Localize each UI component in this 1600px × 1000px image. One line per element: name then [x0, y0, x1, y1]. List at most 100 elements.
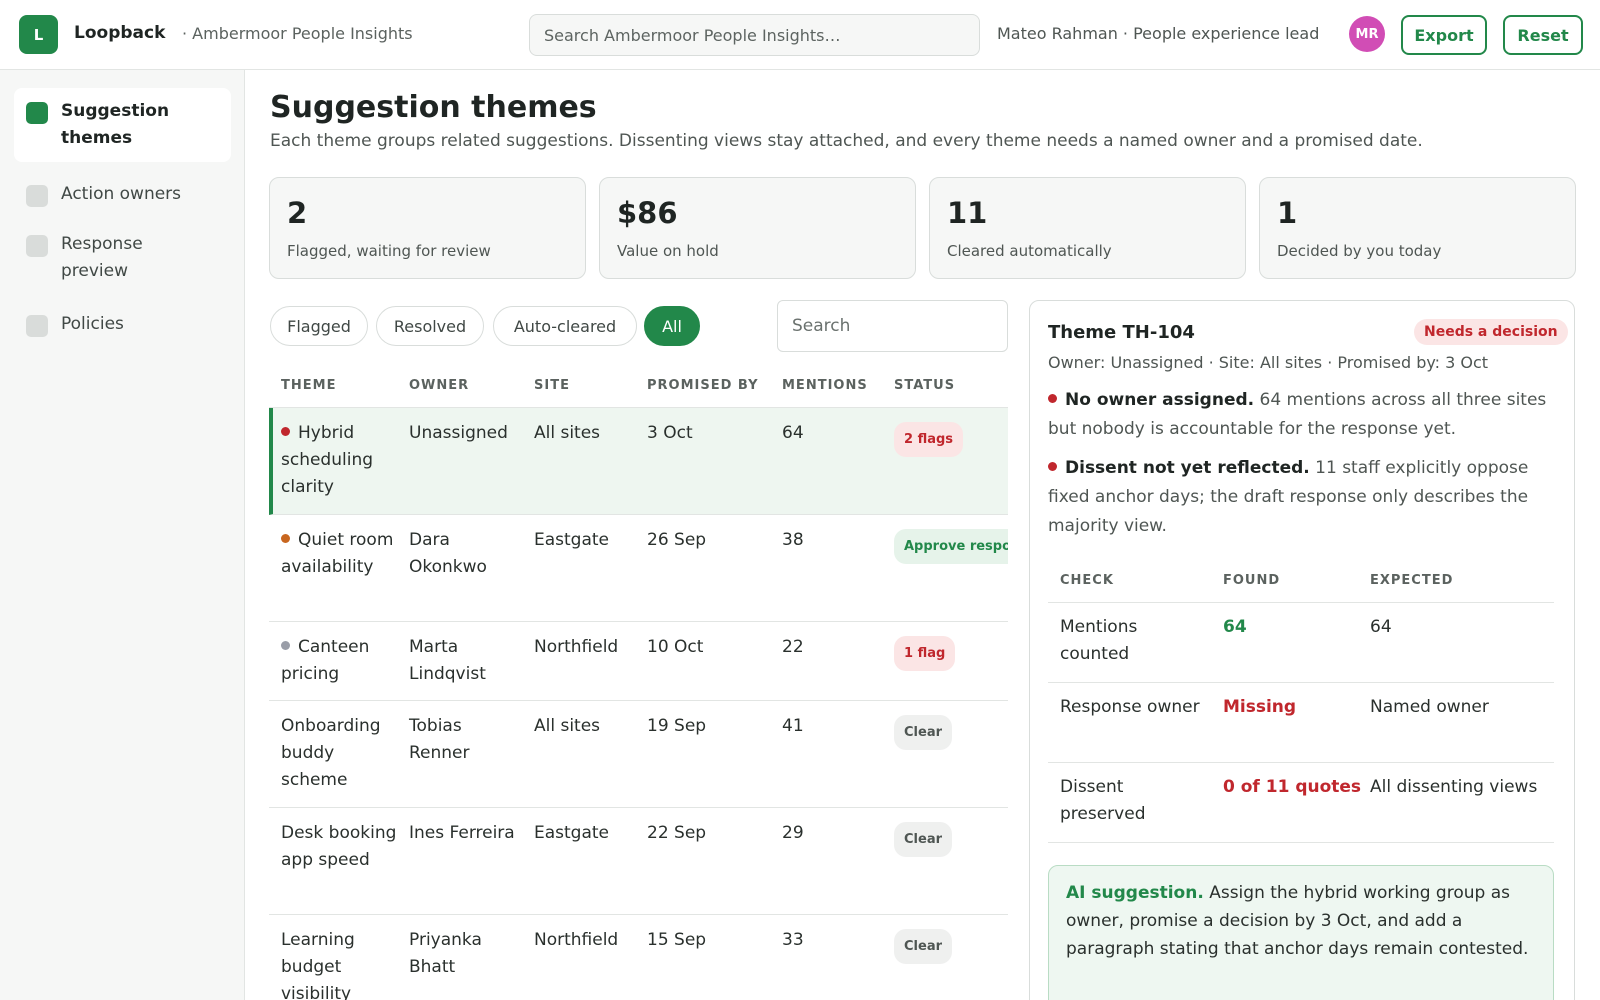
export-button[interactable]: Export: [1401, 15, 1487, 55]
check-row: Dissent preserved 0 of 11 quotes All dis…: [1048, 763, 1554, 843]
column-header-site[interactable]: SITE: [534, 378, 570, 393]
status-badge[interactable]: Clear: [894, 715, 952, 750]
table-row[interactable]: Hybrid scheduling clarity Unassigned All…: [269, 408, 1008, 515]
check-expected: 64: [1370, 617, 1392, 637]
theme-cell: Desk booking app speed: [281, 823, 397, 870]
reset-button[interactable]: Reset: [1503, 15, 1583, 55]
issue-dissent: Dissent not yet reflected. 11 staff expl…: [1048, 454, 1554, 541]
app-logo[interactable]: L: [19, 15, 58, 54]
site-cell: Eastgate: [534, 530, 610, 550]
sidebar-item-action-owners[interactable]: Action owners: [14, 171, 231, 218]
table-row[interactable]: Quiet room availability Dara Okonkwo Eas…: [269, 515, 1008, 622]
status-badge[interactable]: 1 flag: [894, 636, 956, 671]
stat-card-flagged: 2 Flagged, waiting for review: [269, 177, 586, 279]
org-name: · Ambermoor People Insights: [182, 24, 413, 43]
sidebar-item-label: Response preview: [61, 234, 143, 281]
ai-suggestion-head: AI suggestion.: [1066, 883, 1204, 903]
app-name: Loopback: [74, 23, 166, 43]
filter-chip-resolved[interactable]: Resolved: [376, 306, 484, 346]
themes-table: THEME OWNER SITE PROMISED BY MENTIONS ST…: [269, 366, 1008, 1000]
stat-value: 2: [287, 196, 308, 230]
status-cell: 2 flags: [894, 422, 964, 457]
sidebar-item-suggestion-themes[interactable]: Suggestion themes: [14, 88, 231, 162]
stat-card-cleared: 11 Cleared automatically: [929, 177, 1246, 279]
page-title: Suggestion themes: [270, 90, 597, 125]
status-badge[interactable]: Clear: [894, 822, 952, 857]
check-name: Mentions counted: [1060, 617, 1138, 664]
check-row: Mentions counted 64 64: [1048, 603, 1554, 683]
sidebar-item-response-preview[interactable]: Response preview: [14, 221, 184, 295]
mentions-cell: 38: [782, 530, 804, 550]
check-row: Response owner Missing Named owner: [1048, 683, 1554, 763]
ai-suggestion: AI suggestion. Assign the hybrid working…: [1048, 865, 1554, 1000]
table-header: THEME OWNER SITE PROMISED BY MENTIONS ST…: [269, 366, 1008, 408]
site-cell: Northfield: [534, 637, 619, 657]
theme-cell: Onboarding buddy scheme: [281, 716, 381, 790]
table-search-input[interactable]: [777, 300, 1008, 352]
stat-label: Flagged, waiting for review: [287, 242, 491, 260]
status-badge[interactable]: 2 flags: [894, 422, 964, 457]
mentions-cell: 33: [782, 930, 804, 950]
site-cell: All sites: [534, 716, 601, 736]
avatar[interactable]: MR: [1349, 16, 1385, 52]
detail-title: Theme TH-104: [1048, 322, 1195, 343]
column-header-found: FOUND: [1223, 573, 1281, 588]
stat-label: Decided by you today: [1277, 242, 1442, 260]
table-row[interactable]: Desk booking app speed Ines Ferreira Eas…: [269, 808, 1008, 915]
check-found: 64: [1223, 617, 1247, 637]
stat-card-decided: 1 Decided by you today: [1259, 177, 1576, 279]
issue-head: No owner assigned.: [1065, 390, 1255, 410]
check-name: Dissent preserved: [1060, 777, 1146, 824]
top-bar: L Loopback · Ambermoor People Insights M…: [0, 0, 1600, 70]
theme-name: Hybrid scheduling clarity: [281, 423, 374, 497]
site-cell: Eastgate: [534, 823, 610, 843]
check-found: Missing: [1223, 697, 1297, 717]
column-header-status[interactable]: STATUS: [894, 378, 955, 393]
mentions-cell: 41: [782, 716, 804, 736]
theme-detail-panel: Theme TH-104 Needs a decision Owner: Una…: [1029, 300, 1575, 1000]
sidebar-item-policies[interactable]: Policies: [14, 301, 231, 348]
stat-label: Cleared automatically: [947, 242, 1112, 260]
promised-cell: 26 Sep: [647, 530, 707, 550]
promised-cell: 3 Oct: [647, 423, 693, 443]
check-expected: Named owner: [1370, 697, 1489, 717]
status-cell: Clear: [894, 929, 952, 964]
status-cell: Clear: [894, 822, 952, 857]
owner-cell: Unassigned: [409, 423, 508, 443]
stat-value: 11: [947, 196, 988, 230]
mentions-cell: 64: [782, 423, 804, 443]
owner-cell: Marta Lindqvist: [409, 637, 486, 684]
issue-no-owner: No owner assigned. 64 mentions across al…: [1048, 386, 1554, 444]
stat-label: Value on hold: [617, 242, 719, 260]
filter-chip-all[interactable]: All: [644, 306, 700, 346]
nav-square-icon: [26, 102, 48, 124]
table-row[interactable]: Onboarding buddy scheme Tobias Renner Al…: [269, 701, 1008, 808]
promised-cell: 15 Sep: [647, 930, 707, 950]
column-header-check: CHECK: [1060, 573, 1114, 588]
detail-meta: Owner: Unassigned · Site: All sites · Pr…: [1048, 353, 1489, 372]
stat-value: $86: [617, 196, 678, 230]
table-row[interactable]: Canteen pricing Marta Lindqvist Northfie…: [269, 622, 1008, 701]
promised-cell: 19 Sep: [647, 716, 707, 736]
column-header-theme[interactable]: THEME: [281, 378, 336, 393]
sidebar: Suggestion themes Action owners Response…: [0, 70, 245, 1000]
status-dot: [281, 534, 290, 543]
owner-cell: Dara Okonkwo: [409, 530, 487, 577]
column-header-mentions[interactable]: MENTIONS: [782, 378, 868, 393]
status-cell: Clear: [894, 715, 952, 750]
mentions-cell: 29: [782, 823, 804, 843]
status-badge[interactable]: Approve response: [894, 529, 1008, 564]
status-dot: [281, 641, 290, 650]
global-search-input[interactable]: [529, 14, 980, 56]
table-row[interactable]: Learning budget visibility Priyanka Bhat…: [269, 915, 1008, 1000]
filter-chip-auto-cleared[interactable]: Auto-cleared: [493, 306, 637, 346]
column-header-promised-by[interactable]: PROMISED BY: [647, 378, 759, 393]
column-header-owner[interactable]: OWNER: [409, 378, 469, 393]
check-name: Response owner: [1060, 697, 1200, 717]
status-dot: [281, 427, 290, 436]
filter-chip-flagged[interactable]: Flagged: [270, 306, 368, 346]
sidebar-item-label: Policies: [61, 314, 124, 334]
status-badge[interactable]: Clear: [894, 929, 952, 964]
theme-cell: Hybrid scheduling clarity: [281, 420, 399, 501]
issue-head: Dissent not yet reflected.: [1065, 458, 1310, 478]
